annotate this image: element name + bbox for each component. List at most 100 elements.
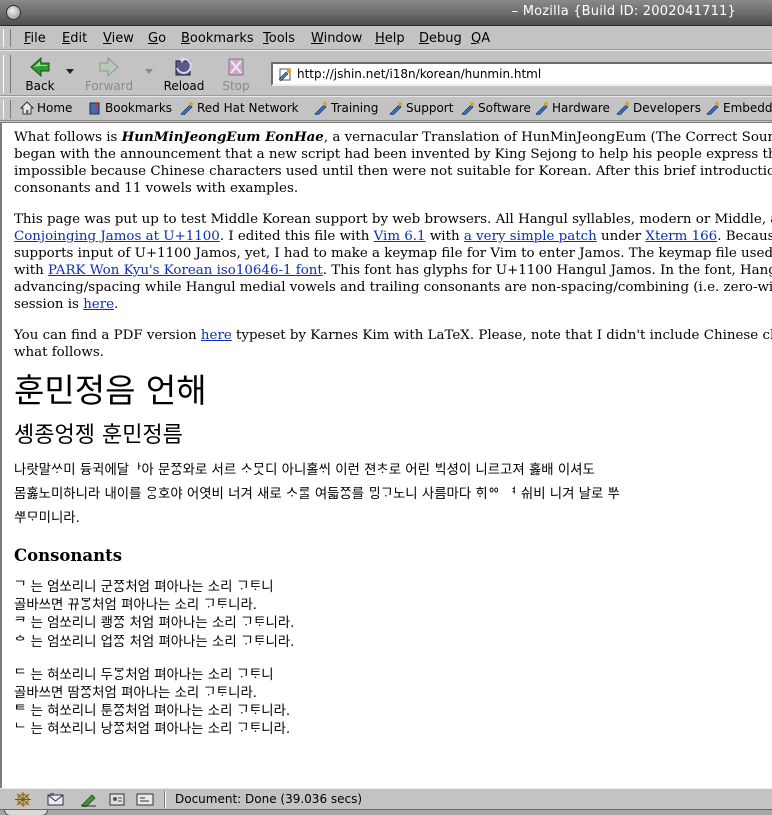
xterm-link[interactable]: Xterm 166 <box>645 229 717 244</box>
menu-bar: File Edit View Go Bookmarks Tools Window… <box>0 26 772 50</box>
address-book-icon[interactable] <box>108 792 126 807</box>
bookmark-label: Software <box>478 101 531 115</box>
reload-icon <box>175 57 192 76</box>
bookmark-label: Support <box>406 101 454 115</box>
menu-tools[interactable]: Tools <box>263 31 295 46</box>
url-input[interactable] <box>297 65 767 83</box>
status-text: Document: Done (39.036 secs) <box>175 792 363 806</box>
bookmark-label: Developers <box>633 101 701 115</box>
consonant-line: ᄀ 는 엄쏘리니 군ᄍᆞᆼ처엄 펴아나는 소리 ᄀᆞᄐᆞ니 <box>14 580 274 595</box>
mail-icon[interactable] <box>47 792 65 807</box>
bookmark-red-hat-network[interactable]: Red Hat Network <box>180 101 299 117</box>
menu-view[interactable]: View <box>103 31 134 46</box>
page-content[interactable]: What follows is HunMinJeongEum EonHae, a… <box>0 122 772 788</box>
status-bar: Document: Done (39.036 secs) <box>0 788 772 809</box>
menu-debug[interactable]: Debug <box>419 31 462 46</box>
stop-label: Stop <box>222 79 250 93</box>
test-info-line: session is here. <box>14 297 119 312</box>
menu-go[interactable]: Go <box>148 31 166 46</box>
bookmarks-label: Bookmarks <box>105 101 173 115</box>
forward-button[interactable]: Forward <box>82 54 136 94</box>
intro-line: began with the announcement that a new s… <box>14 147 772 162</box>
menu-edit[interactable]: Edit <box>62 31 87 46</box>
forward-label: Forward <box>84 79 134 93</box>
back-history-dropdown[interactable] <box>66 69 74 74</box>
bookmark-training[interactable]: Training <box>314 101 379 117</box>
test-info-line: advancing/spacing while Hangul medial vo… <box>14 280 772 295</box>
navbar-grip[interactable] <box>3 55 11 93</box>
pdf-here-link[interactable]: here <box>201 328 232 343</box>
navigator-icon[interactable] <box>14 792 32 807</box>
consonant-line: ᄂ 는 혀쏘리니 낭ᄍᆞᆼ처엄 펴아나는 소리 ᄀᆞᄐᆞ니라. <box>14 722 291 738</box>
korean-font-link[interactable]: PARK Won Kyu's Korean iso10646-1 font <box>48 263 323 278</box>
menubar-grip[interactable] <box>3 29 11 47</box>
menu-qa[interactable]: QA <box>471 31 490 46</box>
page-heading: 훈민정음 언해 <box>14 371 207 410</box>
bookmark-support[interactable]: Support <box>389 101 454 117</box>
consonant-line: ᄏ 는 엄쏘리니 쾡ᄍᆞᆼ 처엄 펴아나는 소리 ᄀᆞᄐᆞ니라. <box>14 616 295 632</box>
menu-window[interactable]: Window <box>311 31 362 46</box>
navigation-toolbar: Back Forward Reload Stop <box>0 50 772 96</box>
component-bar-tab[interactable] <box>4 810 48 815</box>
vim-link[interactable]: Vim 6.1 <box>374 229 426 244</box>
back-label: Back <box>25 79 55 93</box>
consonant-line: ᄃ 는 혀쏘리니 두ᄫᆞᆼ처엄 펴아나는 소리 ᄀᆞᄐᆞ니 <box>14 667 274 683</box>
stop-button[interactable]: Stop <box>209 54 263 94</box>
home-label: Home <box>37 101 73 115</box>
bookmarks-button[interactable]: Bookmarks <box>88 101 172 115</box>
composer-icon[interactable] <box>80 792 98 807</box>
url-bar[interactable] <box>271 62 772 86</box>
bookmark-developers[interactable]: Developers <box>616 101 701 117</box>
section-heading: 솅종엉젱 훈민정름 <box>14 423 183 448</box>
home-button[interactable]: Home <box>19 101 73 115</box>
persbar-grip[interactable] <box>3 100 11 119</box>
test-info-line: This page was put up to test Middle Kore… <box>14 212 772 227</box>
hangul-text-line: 몸홇노미하니라 내이를 ᄋᆞᆼ호야 어엿비 너겨 새로 ᄉᆞᄅᆞᆯ 여듧ᄍᆞᆼ를… <box>14 487 620 502</box>
hangul-text-line: ᄲᅮᄆᆞ미니라. <box>14 511 80 526</box>
bookmark-label: Embedded <box>723 101 772 115</box>
window-titlebar[interactable]: – Mozilla {Build ID: 2002041711} <box>0 0 772 26</box>
bookmark-label: Training <box>331 101 379 115</box>
bookmark-link-icon <box>461 102 474 117</box>
home-icon <box>19 101 35 115</box>
consonants-heading: Consonants <box>14 546 123 565</box>
intro-line: consonants and 11 vowels with examples. <box>14 181 299 196</box>
personal-toolbar: Home Bookmarks Red Hat Network Training … <box>0 96 772 121</box>
hangul-text-line: 나랏말ᄊᆞ미 듕귁에달ᅡ아 문ᄍᆞᆼ와로 서르 ᄉᆞᄆᆞᆺ디 아니홀ᄊᆡ 이런 … <box>14 463 595 478</box>
bookmark-link-icon <box>314 102 327 117</box>
bookmark-embedded[interactable]: Embedded <box>706 101 772 117</box>
bookmark-hardware[interactable]: Hardware <box>535 101 610 117</box>
bookmark-link-icon <box>706 102 719 117</box>
forward-arrow-icon <box>99 56 119 78</box>
intro-line: impossible because Chinese characters us… <box>14 164 772 179</box>
page-proxy-icon[interactable] <box>278 67 293 82</box>
status-separator <box>164 791 166 808</box>
bookmark-link-icon <box>616 102 629 117</box>
test-info-line: with PARK Won Kyu's Korean iso10646-1 fo… <box>14 263 772 278</box>
consonant-line: ᄐ 는 혀쏘리니 툰ᄍᆞᆼ처엄 펴아나는 소리 ᄀᆞᄐᆞ니라. <box>14 704 291 720</box>
patch-link[interactable]: a very simple patch <box>464 229 597 244</box>
menu-file[interactable]: File <box>24 31 46 46</box>
page-body: What follows is HunMinJeongEum EonHae, a… <box>14 129 772 740</box>
window-bottom-edge <box>0 809 772 815</box>
menu-help[interactable]: Help <box>375 31 405 46</box>
forward-history-dropdown[interactable] <box>145 69 153 74</box>
intro-line: What follows is HunMinJeongEum EonHae, a… <box>14 129 772 145</box>
reload-button[interactable]: Reload <box>157 54 211 94</box>
bookmark-link-icon <box>389 102 402 117</box>
conjoining-jamos-link[interactable]: Conjoinging Jamos at U+1100 <box>14 229 220 244</box>
bookmark-label: Red Hat Network <box>197 101 299 115</box>
window-menu-button[interactable] <box>6 5 21 20</box>
irc-chat-icon[interactable] <box>136 792 154 807</box>
pdf-info-line: what follows. <box>14 345 104 360</box>
pdf-info-line: You can find a PDF version here typeset … <box>14 328 772 343</box>
bookmark-software[interactable]: Software <box>461 101 531 117</box>
back-button[interactable]: Back <box>13 54 67 94</box>
bookmark-label: Hardware <box>552 101 610 115</box>
test-info-line: supports input of U+1100 Jamos, yet, I h… <box>14 246 772 261</box>
session-here-link[interactable]: here <box>83 297 114 312</box>
window-title: – Mozilla {Build ID: 2002041711} <box>511 4 736 19</box>
bookmarks-icon <box>89 102 100 115</box>
menu-bookmarks[interactable]: Bookmarks <box>181 31 254 46</box>
test-info-line: Conjoinging Jamos at U+1100. I edited th… <box>14 229 772 244</box>
